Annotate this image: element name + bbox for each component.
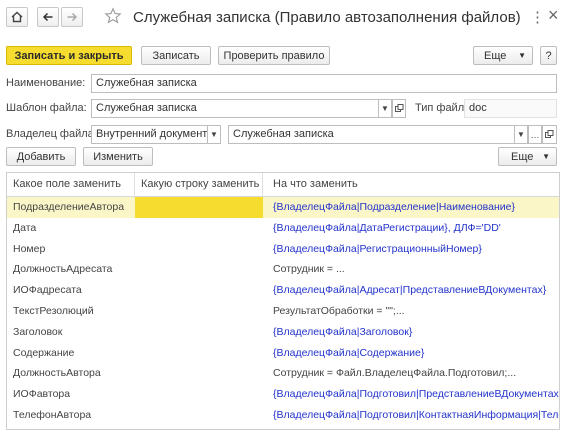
window-title: Служебная записка (Правило автозаполнени… bbox=[133, 9, 521, 26]
cell-replace: Сотрудник = ... bbox=[273, 263, 345, 276]
cell-replace: {ВладелецФайла|Заголовок} bbox=[273, 325, 413, 338]
add-button[interactable]: Добавить bbox=[6, 147, 76, 166]
cell-string bbox=[135, 384, 263, 405]
cell-string bbox=[135, 405, 263, 426]
name-label: Наименование: bbox=[6, 77, 86, 89]
table-row[interactable]: Номер {ВладелецФайла|РегистрационныйНомер… bbox=[7, 239, 559, 260]
cell-replace: {ВладелецФайла|Подготовил|КонтактнаяИнфо… bbox=[273, 409, 559, 421]
cell-field: Дата bbox=[13, 221, 37, 234]
home-button[interactable] bbox=[6, 7, 28, 27]
cell-string bbox=[135, 280, 263, 301]
back-button[interactable] bbox=[37, 7, 59, 27]
back-arrow-icon bbox=[42, 12, 53, 22]
cell-field: ДолжностьАдресата bbox=[13, 263, 113, 276]
dropdown-icon: ▼ bbox=[210, 130, 218, 139]
dropdown-icon: ▼ bbox=[381, 104, 389, 113]
table-row[interactable]: ИОФавтора {ВладелецФайла|Подготовил|Предс… bbox=[7, 384, 559, 405]
dropdown-icon: ▼ bbox=[517, 130, 525, 139]
cell-field: ИОФадресата bbox=[13, 284, 82, 297]
cell-field: ИОФавтора bbox=[13, 388, 71, 401]
cell-replace: {ВладелецФайла|Адресат|ПредставлениеВДок… bbox=[273, 284, 547, 297]
template-label: Шаблон файла: bbox=[6, 102, 87, 114]
name-field[interactable]: Служебная записка bbox=[91, 74, 557, 93]
cell-field: ДолжностьАвтора bbox=[13, 367, 101, 380]
cell-replace: {ВладелецФайла|ДатаРегистрации}, ДЛФ='DD… bbox=[273, 221, 501, 234]
window-more-menu-button[interactable]: ⋮ bbox=[530, 8, 545, 26]
cell-replace: {ВладелецФайла|Содержание} bbox=[273, 346, 425, 359]
dropdown-icon: ▼ bbox=[518, 51, 526, 60]
owner-field[interactable]: Служебная записка bbox=[228, 125, 515, 144]
save-button[interactable]: Записать bbox=[141, 46, 211, 65]
copy-icon bbox=[394, 104, 403, 112]
column-header-string[interactable]: Какую строку заменить bbox=[135, 173, 263, 196]
cell-replace: {ВладелецФайла|РегистрационныйНомер} bbox=[273, 242, 482, 255]
template-dropdown-button[interactable]: ▼ bbox=[378, 99, 392, 118]
owner-type-field[interactable]: Внутренний документ bbox=[91, 125, 209, 144]
table-row[interactable]: Заголовок {ВладелецФайла|Заголовок} bbox=[7, 322, 559, 343]
replacement-table: Какое поле заменить Какую строку заменит… bbox=[6, 172, 560, 430]
save-and-close-button[interactable]: Записать и закрыть bbox=[6, 46, 132, 65]
column-header-field[interactable]: Какое поле заменить bbox=[7, 173, 135, 196]
table-row[interactable]: ТекстРезолюций РезультатОбработки = "";..… bbox=[7, 301, 559, 322]
cell-replace: {ВладелецФайла|Подготовил|ПредставлениеВ… bbox=[273, 388, 559, 401]
template-open-button[interactable] bbox=[392, 99, 406, 118]
cell-replace: {ВладелецФайла|Подразделение|Наименовани… bbox=[273, 201, 515, 213]
cell-string bbox=[135, 301, 263, 322]
more-button[interactable]: Еще ▼ bbox=[473, 46, 533, 65]
cell-string bbox=[135, 197, 263, 218]
forward-button[interactable] bbox=[61, 7, 83, 27]
table-header: Какое поле заменить Какую строку заменит… bbox=[7, 173, 559, 197]
table-more-button[interactable]: Еще ▼ bbox=[498, 147, 557, 166]
dropdown-icon: ▼ bbox=[542, 152, 550, 161]
cell-field: ТелефонАвтора bbox=[13, 409, 92, 421]
owner-dropdown-button[interactable]: ▼ bbox=[514, 125, 528, 144]
table-row[interactable]: ТелефонАвтора {ВладелецФайла|Подготовил|К… bbox=[7, 405, 559, 426]
favorite-star-button[interactable] bbox=[104, 7, 122, 27]
owner-label: Владелец файла: bbox=[6, 128, 97, 140]
table-more-label: Еще bbox=[511, 150, 534, 163]
table-row[interactable]: Содержание {ВладелецФайла|Содержание} bbox=[7, 343, 559, 364]
cell-string bbox=[135, 322, 263, 343]
filetype-field: doc bbox=[464, 99, 557, 118]
home-icon bbox=[11, 11, 23, 23]
change-button[interactable]: Изменить bbox=[83, 147, 153, 166]
owner-open-button[interactable] bbox=[542, 125, 557, 144]
table-row[interactable]: ДолжностьАвтора Сотрудник = Файл.Владелец… bbox=[7, 363, 559, 384]
check-rule-button[interactable]: Проверить правило bbox=[218, 46, 330, 65]
cell-field: ТекстРезолюций bbox=[13, 305, 94, 317]
cell-field: Номер bbox=[13, 242, 46, 255]
cell-field: Содержание bbox=[13, 346, 75, 359]
cell-replace: РезультатОбработки = "";... bbox=[273, 305, 405, 317]
table-row[interactable]: ИОФадресата {ВладелецФайла|Адресат|Предст… bbox=[7, 280, 559, 301]
copy-icon bbox=[545, 130, 554, 138]
cell-replace: Сотрудник = Файл.ВладелецФайла.Подготови… bbox=[273, 367, 517, 380]
cell-string bbox=[135, 343, 263, 364]
owner-type-dropdown-button[interactable]: ▼ bbox=[207, 125, 221, 144]
column-header-replace[interactable]: На что заменить bbox=[263, 173, 559, 196]
cell-field: Заголовок bbox=[13, 325, 63, 338]
cell-field: ПодразделениеАвтора bbox=[13, 201, 125, 213]
window-close-button[interactable]: × bbox=[548, 5, 559, 26]
cell-string bbox=[135, 259, 263, 280]
more-label: Еще bbox=[484, 49, 507, 62]
table-row[interactable]: ПодразделениеАвтора {ВладелецФайла|Подраз… bbox=[7, 197, 559, 218]
star-icon bbox=[104, 7, 122, 24]
help-button[interactable]: ? bbox=[540, 46, 557, 65]
template-field[interactable]: Служебная записка bbox=[91, 99, 379, 118]
owner-select-button[interactable]: … bbox=[528, 125, 542, 144]
cell-string bbox=[135, 239, 263, 260]
cell-string bbox=[135, 363, 263, 384]
cell-string bbox=[135, 218, 263, 239]
table-row[interactable]: Дата {ВладелецФайла|ДатаРегистрации}, ДЛФ… bbox=[7, 218, 559, 239]
ellipsis-icon: … bbox=[530, 129, 540, 140]
table-row[interactable]: ДолжностьАдресата Сотрудник = ... bbox=[7, 259, 559, 280]
forward-arrow-icon bbox=[67, 12, 78, 22]
